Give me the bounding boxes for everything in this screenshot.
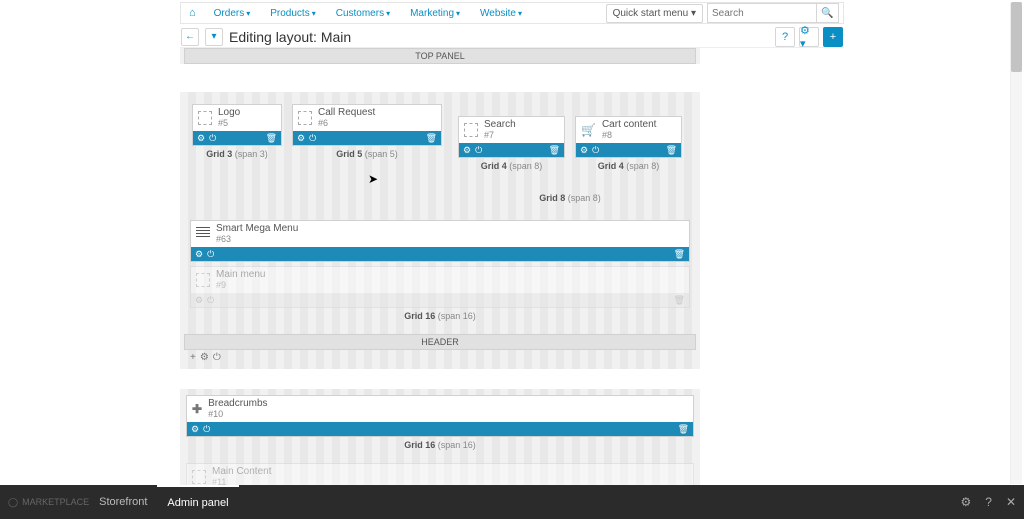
cart-icon: 🛒 (581, 123, 596, 137)
block-main-content[interactable]: Main Content #11 (186, 463, 694, 485)
grid-label: Grid 16 (span 16) (186, 437, 694, 453)
brand-badge: ◯MARKETPLACE (8, 497, 89, 508)
block-breadcrumbs[interactable]: ✚ Breadcrumbs #10 ⚙ ⏻ 🗑 (186, 395, 694, 437)
search-button[interactable]: 🔍 (817, 3, 839, 23)
power-icon[interactable]: ⏻ (209, 133, 216, 144)
nav-customers[interactable]: Customers▾ (326, 4, 400, 23)
power-icon[interactable]: ⏻ (309, 133, 316, 144)
block-id: #5 (218, 118, 240, 128)
search-input[interactable] (707, 3, 817, 23)
nav-website[interactable]: Website▾ (470, 4, 532, 23)
grid-label: Grid 4 (span 8) (458, 158, 565, 174)
gear-icon[interactable]: ⚙ (200, 352, 209, 363)
section-header: HEADER (184, 334, 696, 350)
section-controls: + ⚙ ⏻ (184, 350, 696, 365)
settings-button[interactable]: ⚙ ▾ (799, 27, 819, 47)
power-icon[interactable]: ⏻ (475, 145, 482, 156)
block-label: Main Content (212, 467, 271, 477)
nav-left: ⌂ Orders▾ Products▾ Customers▾ Marketing… (181, 3, 532, 23)
grid-label: Grid 16 (span 16) (190, 308, 690, 324)
scrollbar-thumb[interactable] (1011, 2, 1022, 72)
home-icon[interactable]: ⌂ (181, 3, 204, 23)
trash-icon[interactable]: 🗑 (549, 145, 560, 156)
scrollbar[interactable] (1010, 2, 1022, 484)
block-label: Call Request (318, 108, 375, 118)
block-id: #10 (208, 409, 267, 419)
breadcrumbs-icon: ✚ (192, 402, 202, 416)
menu-icon (196, 227, 210, 241)
gear-icon[interactable]: ⚙ (197, 133, 205, 144)
placeholder-icon (464, 123, 478, 137)
close-icon[interactable]: ✕ (1006, 495, 1016, 509)
power-icon[interactable]: ⏻ (213, 352, 221, 363)
trash-icon[interactable]: 🗑 (674, 295, 685, 306)
block-id: #7 (484, 130, 516, 140)
gear-icon[interactable]: ⚙ (463, 145, 471, 156)
nav-marketing[interactable]: Marketing▾ (400, 4, 470, 23)
block-logo[interactable]: Logo #5 ⚙ ⏻ 🗑 (192, 104, 282, 146)
trash-icon[interactable]: 🗑 (678, 424, 689, 435)
trash-icon[interactable]: 🗑 (266, 133, 277, 144)
layout-canvas: TOP PANEL Logo #5 ⚙ ⏻ 🗑 (180, 48, 700, 485)
grid-label: Grid 5 (span 5) (292, 146, 442, 162)
block-label: Search (484, 120, 516, 130)
block-label: Breadcrumbs (208, 399, 267, 409)
block-call-request[interactable]: Call Request #6 ⚙ ⏻ 🗑 (292, 104, 442, 146)
trash-icon[interactable]: 🗑 (666, 145, 677, 156)
block-id: #9 (216, 280, 265, 290)
footer-bar: ◯MARKETPLACE Storefront Admin panel ⚙ ? … (0, 485, 1024, 519)
power-icon[interactable]: ⏻ (592, 145, 599, 156)
grid-label: Grid 4 (span 8) (575, 158, 682, 174)
sub-header: ← ▾ Editing layout: Main ? ⚙ ▾ + (180, 26, 844, 48)
block-id: #6 (318, 118, 375, 128)
block-label: Logo (218, 108, 240, 118)
placeholder-icon (198, 111, 212, 125)
search-box: 🔍 (707, 3, 839, 23)
block-id: #11 (212, 477, 271, 485)
grid-label: Grid 8 (span 8) (458, 190, 682, 206)
top-nav: ⌂ Orders▾ Products▾ Customers▾ Marketing… (180, 2, 844, 24)
gear-icon[interactable]: ⚙ (195, 295, 203, 306)
power-icon[interactable]: ⏻ (207, 249, 214, 260)
block-label: Smart Mega Menu (216, 224, 298, 234)
block-id: #63 (216, 234, 298, 244)
back-button[interactable]: ← (181, 28, 199, 46)
gear-icon[interactable]: ⚙ (195, 249, 203, 260)
gear-icon[interactable]: ⚙ (580, 145, 588, 156)
trash-icon[interactable]: 🗑 (426, 133, 437, 144)
help-button[interactable]: ? (775, 27, 795, 47)
block-main-menu-disabled[interactable]: Main menu #9 ⚙ ⏻ 🗑 (190, 266, 690, 308)
help-icon[interactable]: ? (985, 495, 992, 509)
gear-icon[interactable]: ⚙ (297, 133, 305, 144)
grid-label: Grid 3 (span 3) (192, 146, 282, 162)
placeholder-icon (298, 111, 312, 125)
add-grid-icon[interactable]: + (190, 352, 196, 363)
block-label: Cart content (602, 120, 656, 130)
gear-icon[interactable]: ⚙ (960, 495, 971, 509)
nav-orders[interactable]: Orders▾ (204, 4, 261, 23)
block-cart[interactable]: 🛒 Cart content #8 ⚙ ⏻ 🗑 (575, 116, 682, 158)
quick-start-button[interactable]: Quick start menu ▾ (606, 4, 703, 23)
back-dropdown[interactable]: ▾ (205, 28, 223, 46)
block-search[interactable]: Search #7 ⚙ ⏻ 🗑 (458, 116, 565, 158)
block-smart-mega-menu[interactable]: Smart Mega Menu #63 ⚙ ⏻ 🗑 (190, 220, 690, 262)
placeholder-icon (196, 273, 210, 287)
block-label: Main menu (216, 270, 265, 280)
gear-icon[interactable]: ⚙ (191, 424, 199, 435)
page-title: Editing layout: Main (229, 29, 351, 45)
power-icon[interactable]: ⏻ (203, 424, 210, 435)
power-icon[interactable]: ⏻ (207, 295, 214, 306)
add-button[interactable]: + (823, 27, 843, 47)
tab-storefront[interactable]: Storefront (89, 486, 157, 518)
placeholder-icon (192, 470, 206, 484)
trash-icon[interactable]: 🗑 (674, 249, 685, 260)
section-top-panel: TOP PANEL (184, 48, 696, 64)
tab-admin-panel[interactable]: Admin panel (157, 485, 238, 519)
block-id: #8 (602, 130, 656, 140)
nav-products[interactable]: Products▾ (260, 4, 325, 23)
nav-right: Quick start menu ▾ 🔍 (606, 3, 843, 23)
